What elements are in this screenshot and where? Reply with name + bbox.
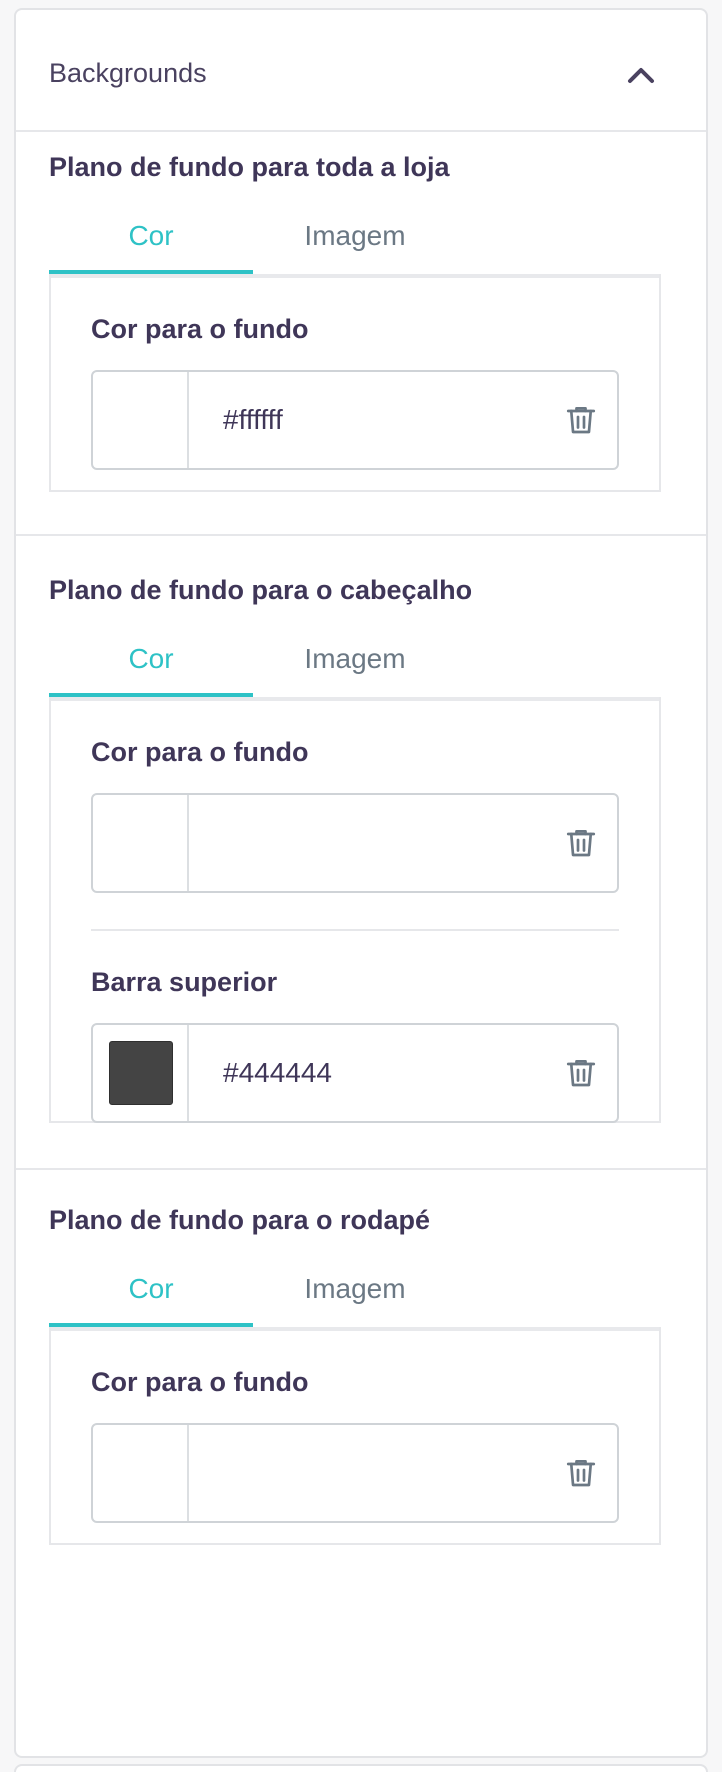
section-title: Plano de fundo para o cabeçalho [49,575,473,605]
backgrounds-panel: Backgrounds Plano de fundo para toda a l… [14,8,708,1758]
hex-color-input[interactable] [189,1025,549,1121]
panel-header[interactable]: Backgrounds [16,10,706,132]
tab-bar: Cor Imagem [49,639,661,697]
tab-color[interactable]: Cor [49,1269,253,1327]
section-divider [16,1168,706,1170]
tab-bar: Cor Imagem [49,216,661,274]
field-divider [91,929,619,931]
field-label: Barra superior [91,967,278,997]
color-swatch [109,1041,173,1105]
color-swatch-button[interactable] [93,1025,189,1121]
color-field [91,370,619,470]
field-label: Cor para o fundo [91,737,309,767]
hex-color-input[interactable] [189,372,549,468]
chevron-up-icon[interactable] [626,64,656,86]
hex-color-input[interactable] [189,1425,549,1521]
panel-title: Backgrounds [49,58,207,88]
tab-content-color: Cor para o fundo [49,274,661,492]
trash-icon[interactable] [563,402,599,438]
tab-bar: Cor Imagem [49,1269,661,1327]
tab-color[interactable]: Cor [49,639,253,697]
tab-image[interactable]: Imagem [253,639,457,697]
next-panel-edge [14,1764,708,1772]
trash-icon[interactable] [563,1455,599,1491]
section-title: Plano de fundo para toda a loja [49,152,450,182]
color-field [91,1423,619,1523]
color-swatch-button[interactable] [93,372,189,468]
color-field [91,1023,619,1123]
color-swatch-button[interactable] [93,1425,189,1521]
trash-icon[interactable] [563,825,599,861]
field-label: Cor para o fundo [91,1367,309,1397]
tab-color[interactable]: Cor [49,216,253,274]
tab-image[interactable]: Imagem [253,1269,457,1327]
tab-content-color: Cor para o fundo [49,1327,661,1545]
color-field [91,793,619,893]
color-swatch-button[interactable] [93,795,189,891]
tab-image[interactable]: Imagem [253,216,457,274]
tab-content-color: Cor para o fundo Barra superior [49,697,661,1123]
section-divider [16,534,706,536]
trash-icon[interactable] [563,1055,599,1091]
section-title: Plano de fundo para o rodapé [49,1205,431,1235]
field-label: Cor para o fundo [91,314,309,344]
hex-color-input[interactable] [189,795,549,891]
